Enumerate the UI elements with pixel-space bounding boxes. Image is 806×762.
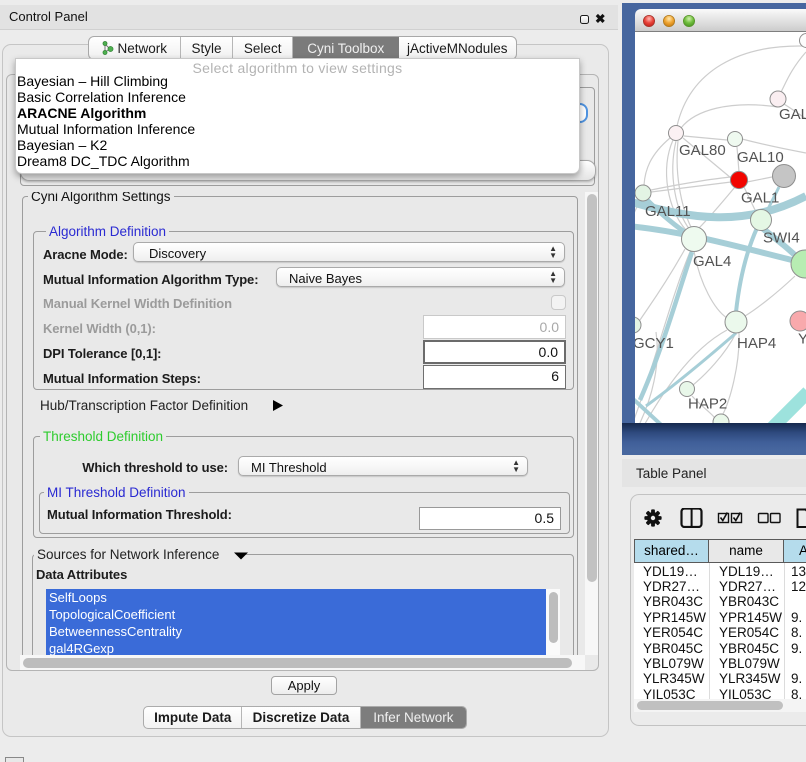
svg-text:GAL11: GAL11 — [645, 203, 691, 220]
svg-text:GAL: GAL — [779, 106, 806, 123]
svg-text:SWI4: SWI4 — [763, 230, 800, 247]
svg-text:GAL80: GAL80 — [679, 142, 726, 159]
svg-text:GAL10: GAL10 — [737, 149, 784, 166]
svg-text:GAL4: GAL4 — [693, 253, 731, 270]
svg-text:GCY1: GCY1 — [635, 335, 674, 352]
svg-text:HAP4: HAP4 — [737, 335, 776, 352]
svg-text:GAL1: GAL1 — [741, 190, 779, 207]
svg-text:Y: Y — [798, 331, 806, 348]
svg-text:HAP2: HAP2 — [688, 396, 727, 413]
